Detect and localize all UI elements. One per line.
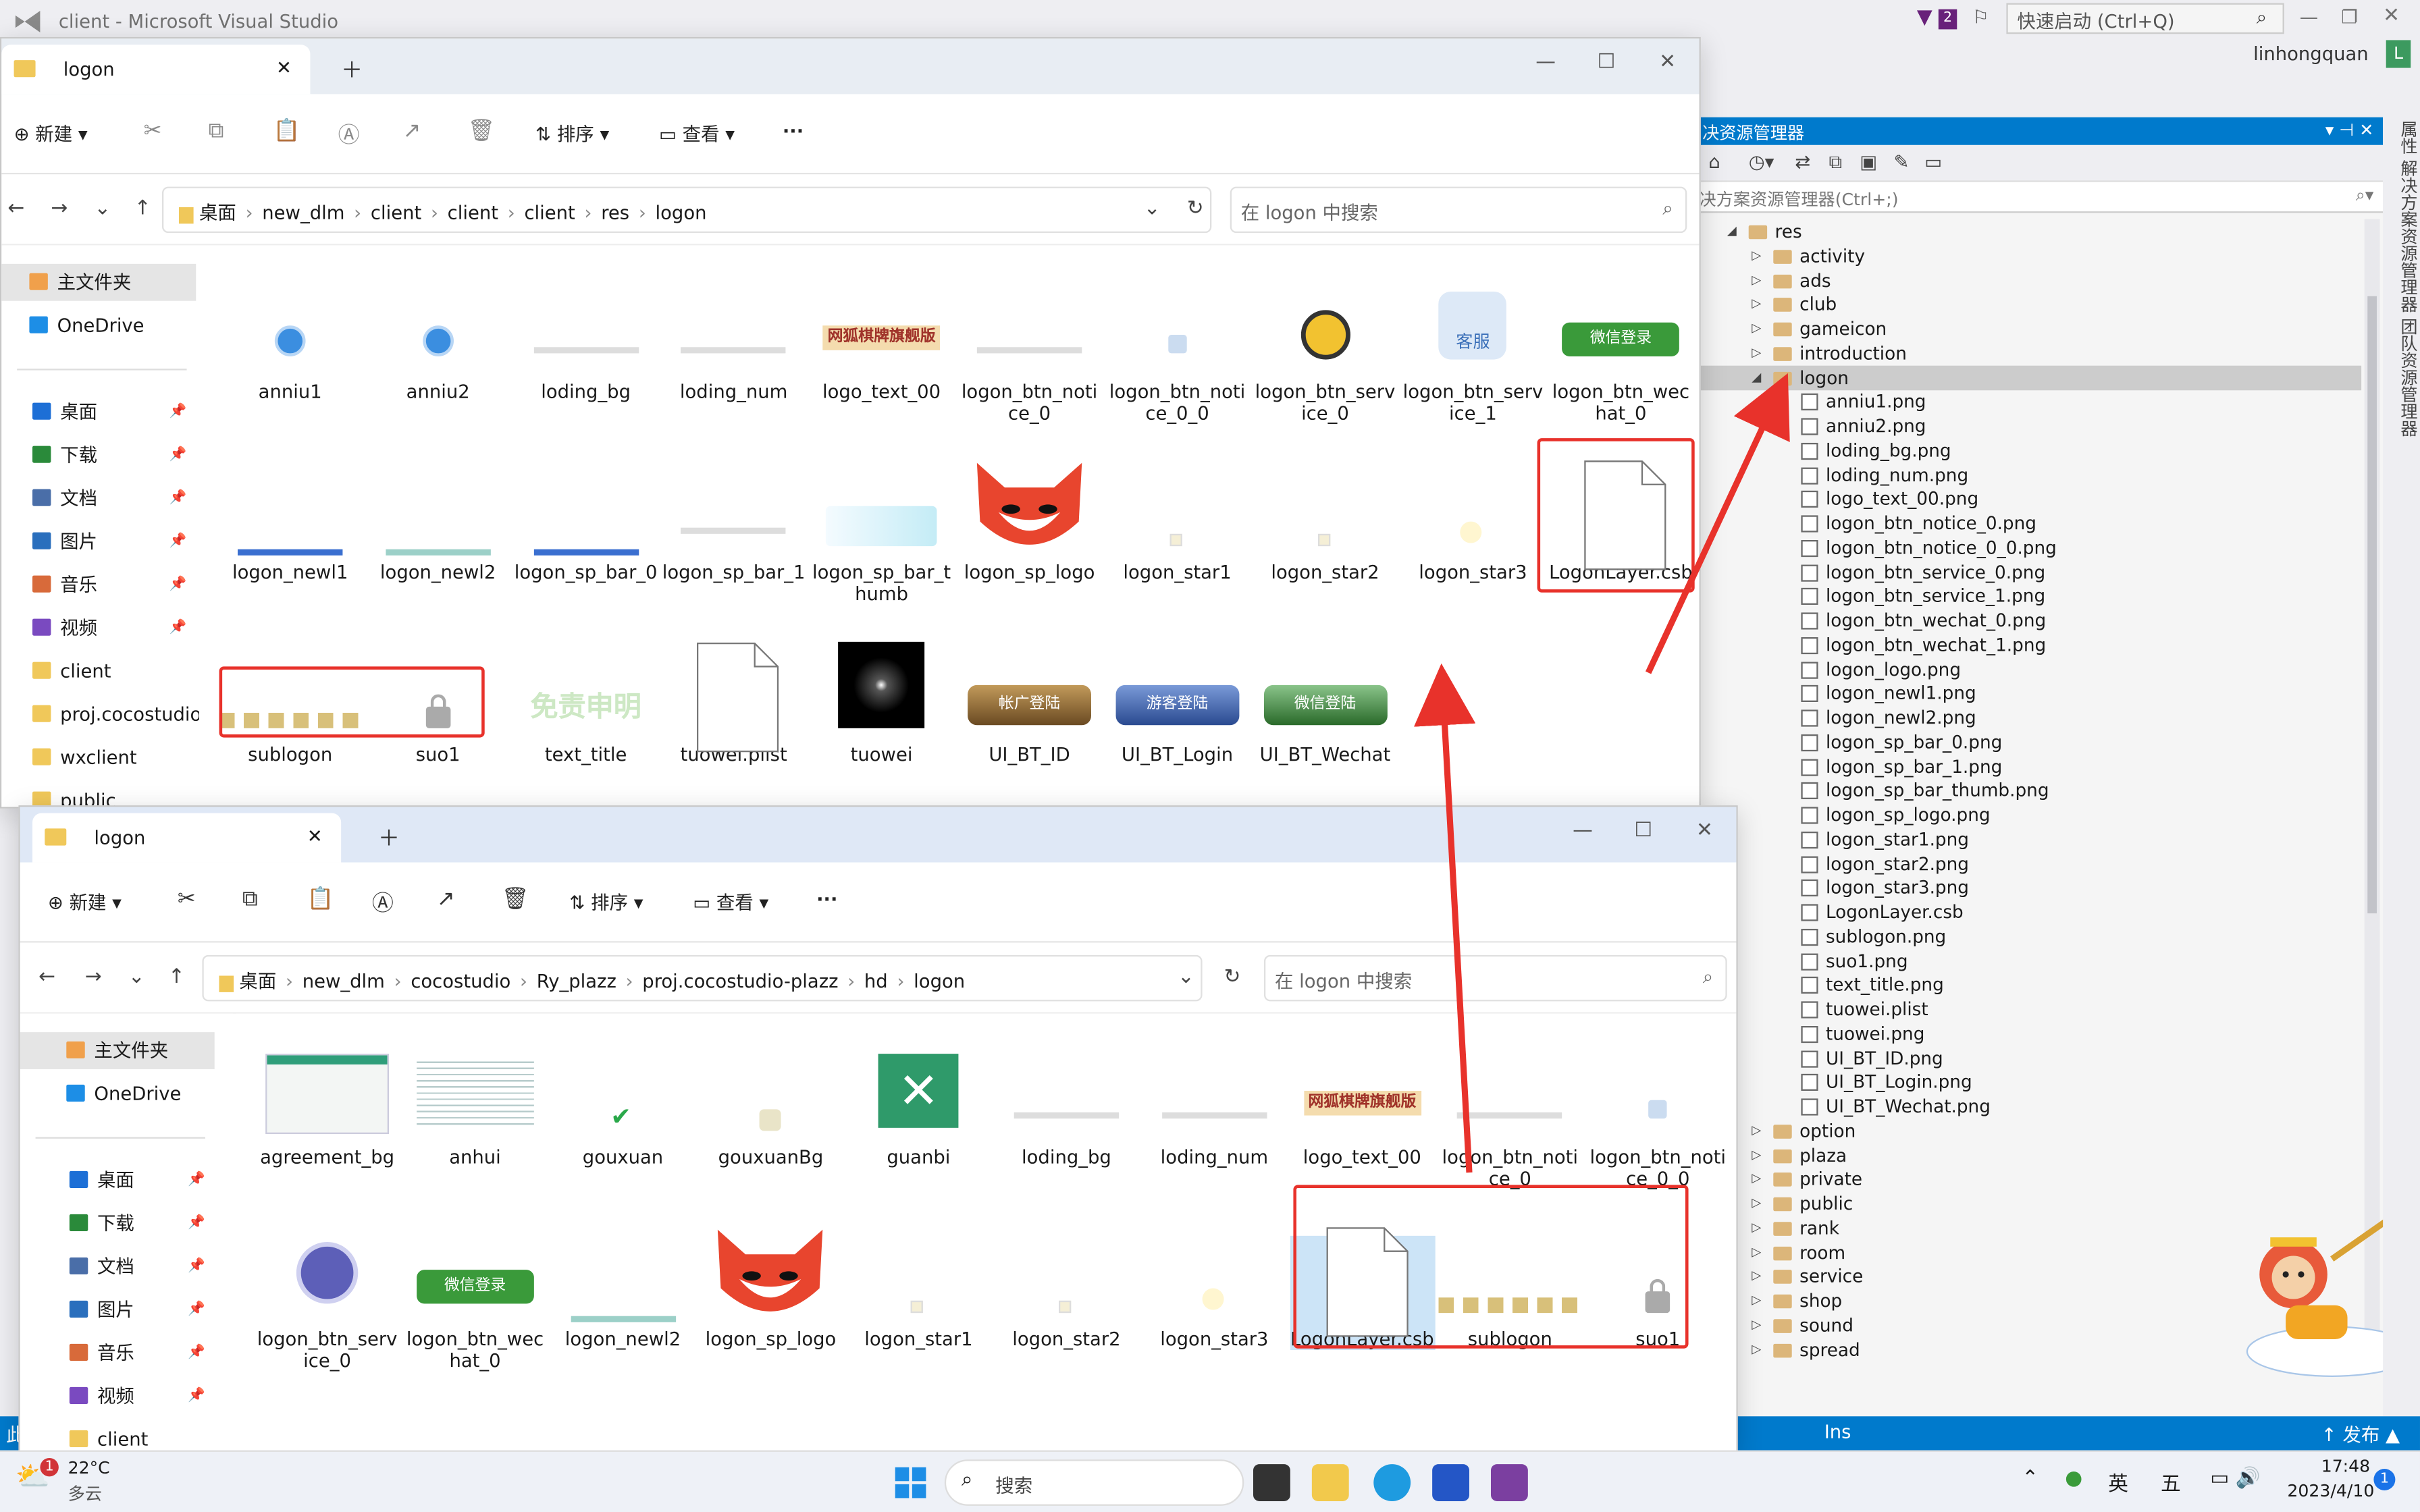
taskbar: ⛅ 1 22°C 多云 ⌕ 搜索 ⌃ ● 英 五 ▭ 🔊 17:48 2023/… xyxy=(0,1450,2420,1512)
task-view-icon[interactable] xyxy=(1253,1464,1290,1501)
start-icon[interactable] xyxy=(892,1464,929,1501)
store-icon[interactable] xyxy=(1432,1464,1469,1501)
weather-desc[interactable]: 多云 xyxy=(68,1481,102,1506)
annotation-arrows xyxy=(1413,373,1790,1173)
weather-temp[interactable]: 22°C xyxy=(68,1458,110,1478)
search-label: 搜索 xyxy=(995,1475,1033,1497)
ime-language[interactable]: 英 xyxy=(2108,1467,2128,1496)
clock-time[interactable]: 17:48 xyxy=(2321,1457,2370,1477)
visual-studio-icon[interactable] xyxy=(1490,1464,1528,1501)
edge-icon[interactable] xyxy=(1373,1464,1411,1501)
ime-mode[interactable]: 五 xyxy=(2161,1467,2181,1496)
weather-badge: 1 xyxy=(40,1457,59,1477)
tray-app-icon[interactable]: ● xyxy=(2065,1467,2082,1490)
arrow-to-tree xyxy=(1645,373,1790,674)
chevron-up-icon[interactable]: ⌃ xyxy=(2022,1467,2038,1490)
file-explorer-icon[interactable] xyxy=(1311,1464,1349,1501)
network-volume-icon[interactable]: ▭ 🔊 xyxy=(2210,1467,2261,1490)
search-icon: ⌕ xyxy=(961,1468,973,1492)
arrow-up xyxy=(1413,663,1476,1173)
taskbar-search[interactable]: ⌕ 搜索 xyxy=(944,1459,1244,1506)
notification-badge[interactable]: 1 xyxy=(2373,1468,2396,1490)
clock-date[interactable]: 2023/4/10 xyxy=(2287,1481,2374,1501)
